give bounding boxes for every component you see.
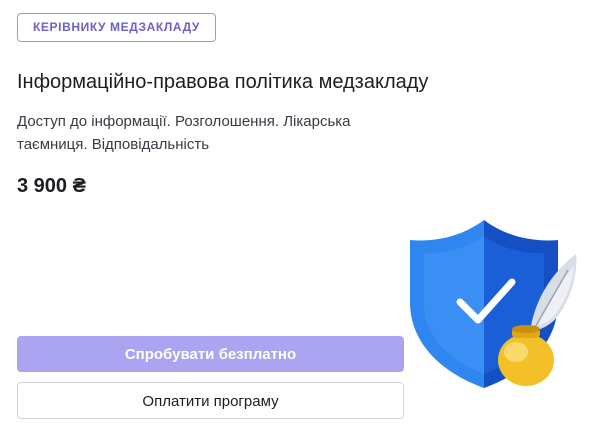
course-price: 3 900 ₴ <box>17 175 86 197</box>
pay-program-button[interactable]: Оплатити програму <box>17 382 404 419</box>
course-card: КЕРІВНИКУ МЕДЗАКЛАДУ Інформаційно-правов… <box>0 0 600 433</box>
shield-illustration <box>408 212 600 398</box>
category-tag[interactable]: КЕРІВНИКУ МЕДЗАКЛАДУ <box>17 13 216 42</box>
course-title: Інформаційно-правова політика медзакладу <box>17 71 429 93</box>
try-free-button[interactable]: Спробувати безплатно <box>17 336 404 372</box>
course-description: Доступ до інформації. Розголошення. Ліка… <box>17 113 351 153</box>
